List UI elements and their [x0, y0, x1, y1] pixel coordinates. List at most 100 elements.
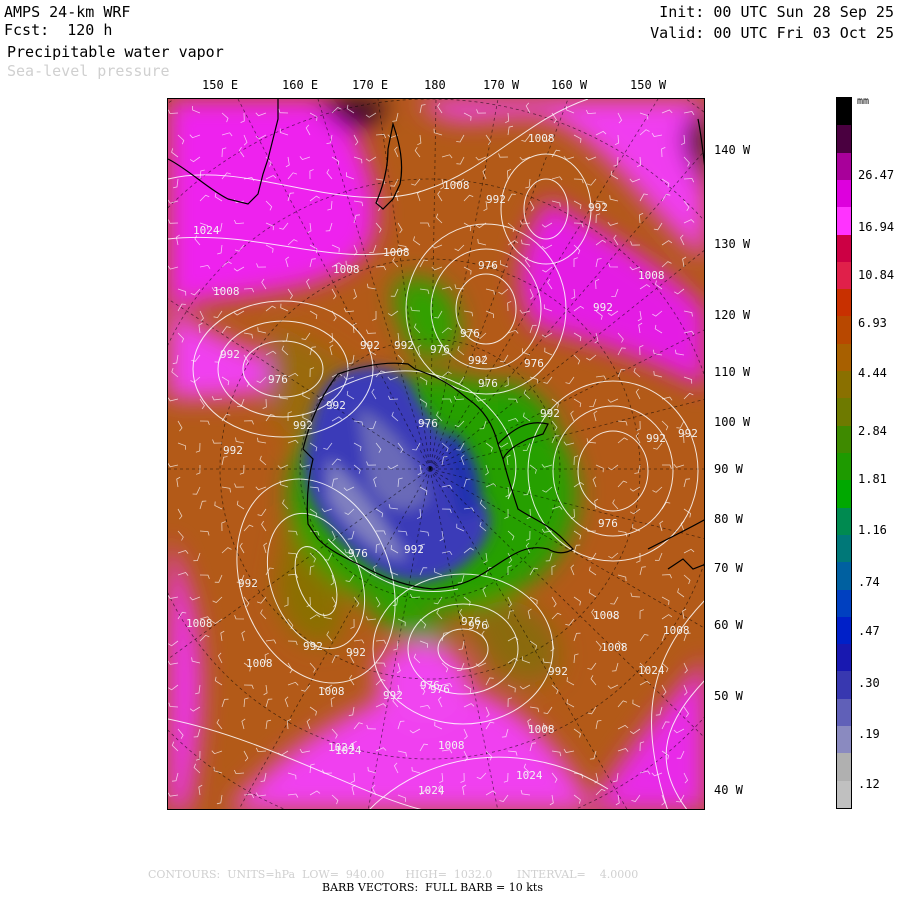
right-axis-label: 50 W — [714, 689, 743, 703]
isobar-label: 1024 — [418, 784, 445, 797]
isobar-label: 1008 — [383, 246, 410, 259]
colorbar-segment — [837, 671, 851, 700]
colorbar-segment — [837, 480, 851, 509]
contour-info: CONTOURS: UNITS=hPa LOW= 940.00 HIGH= 10… — [148, 868, 639, 881]
top-axis-label: 160 W — [551, 78, 588, 92]
map-panel[interactable]: 1008 1008 992 1024 1008 1008 1008 992 976 976 992 9… — [167, 98, 705, 810]
colorbar[interactable] — [836, 97, 852, 809]
colorbar-segment — [837, 453, 851, 481]
right-axis-label: 40 W — [714, 783, 743, 797]
colorbar-segment — [837, 726, 851, 754]
isobar-label: 992 — [303, 640, 323, 653]
colorbar-label: 6.93 — [858, 316, 887, 330]
colorbar-segment — [837, 644, 851, 672]
isobar-label: 1008 — [213, 285, 240, 298]
isobar-label: 1008 — [638, 269, 665, 282]
colorbar-label: 4.44 — [858, 366, 887, 380]
colorbar-segment — [837, 534, 851, 563]
barb-info: BARB VECTORS: FULL BARB = 10 kts — [322, 881, 543, 894]
colorbar-segment — [837, 589, 851, 618]
top-axis-label: 180 — [424, 78, 446, 92]
colorbar-segment — [837, 125, 851, 154]
isobar-label: 992 — [383, 689, 403, 702]
right-axis-label: 80 W — [714, 512, 743, 526]
right-axis-label: 100 W — [714, 415, 751, 429]
forecast-hour: Fcst: 120 h — [4, 21, 113, 39]
isobar-label: 992 — [404, 543, 424, 556]
isobar-label: 1024 — [335, 744, 362, 757]
isobar-label: 1008 — [663, 624, 690, 637]
colorbar-label: .30 — [858, 676, 880, 690]
isobar-label: 976 — [598, 517, 618, 530]
isobar-label: 1008 — [601, 641, 628, 654]
isobar-label: 992 — [593, 301, 613, 314]
isobar-label: 992 — [293, 419, 313, 432]
colorbar-segment — [837, 398, 851, 427]
isobar-label: 976 — [460, 327, 480, 340]
colorbar-segment — [837, 234, 851, 263]
colorbar-segment — [837, 753, 851, 782]
valid-time: Valid: 00 UTC Fri 03 Oct 25 — [650, 24, 894, 42]
isobar-label: 1008 — [593, 609, 620, 622]
isobar-label: 976 — [430, 343, 450, 356]
isobar-label: 992 — [360, 339, 380, 352]
right-axis-label: 60 W — [714, 618, 743, 632]
colorbar-label: 1.16 — [858, 523, 887, 537]
right-axis-label: 90 W — [714, 462, 743, 476]
colorbar-segment — [837, 698, 851, 727]
isobar-label: 992 — [326, 399, 346, 412]
isobar-label: 1008 — [528, 132, 555, 145]
colorbar-label: .47 — [858, 624, 880, 638]
colorbar-segment — [837, 316, 851, 345]
isobar-label: 992 — [548, 665, 568, 678]
init-time: Init: 00 UTC Sun 28 Sep 25 — [659, 3, 894, 21]
isobar-label: 976 — [418, 417, 438, 430]
isobar-label: 976 — [478, 259, 498, 272]
isobar-label: 992 — [540, 407, 560, 420]
isobar-label: 1008 — [528, 723, 555, 736]
isobar-label: 1024 — [193, 224, 220, 237]
isobar-label: 992 — [486, 193, 506, 206]
colorbar-label: .12 — [858, 777, 880, 791]
isobar-label: 1008 — [438, 739, 465, 752]
isobar-label: 992 — [220, 348, 240, 361]
model-title: AMPS 24-km WRF — [4, 3, 131, 21]
colorbar-segment — [837, 371, 851, 399]
isobar-label: 1008 — [186, 617, 213, 630]
top-axis-label: 170 E — [352, 78, 389, 92]
isobar-label: 992 — [238, 577, 258, 590]
colorbar-segment — [837, 207, 851, 236]
top-axis-label: 170 W — [483, 78, 520, 92]
colorbar-label: 2.84 — [858, 424, 887, 438]
colorbar-label: .19 — [858, 727, 880, 741]
colorbar-label: 1.81 — [858, 472, 887, 486]
isobar-label: 992 — [346, 646, 366, 659]
isobar-label: 976 — [268, 373, 288, 386]
top-axis-label: 150 W — [630, 78, 667, 92]
colorbar-segment — [837, 261, 851, 290]
colorbar-segment — [837, 343, 851, 372]
isobar-label: 992 — [468, 354, 488, 367]
isobar-label: 992 — [394, 339, 414, 352]
isobar-label: 1008 — [443, 179, 470, 192]
isobar-label: 1008 — [333, 263, 360, 276]
colorbar-segment — [837, 152, 851, 181]
colorbar-segment — [837, 425, 851, 454]
top-axis-label: 150 E — [202, 78, 239, 92]
isobar-label: 976 — [461, 615, 481, 628]
isobar-label: 976 — [420, 679, 440, 692]
colorbar-label: 16.94 — [858, 220, 895, 234]
isobar-label: 992 — [678, 427, 698, 440]
isobar-label: 992 — [646, 432, 666, 445]
colorbar-label: 10.84 — [858, 268, 895, 282]
colorbar-unit: mm — [857, 96, 870, 107]
isobar-label: 992 — [223, 444, 243, 457]
colorbar-label: 26.47 — [858, 168, 895, 182]
field-name: Precipitable water vapor — [7, 43, 224, 61]
isobar-label: 976 — [524, 357, 544, 370]
isobar-label: 976 — [478, 377, 498, 390]
right-axis-label: 120 W — [714, 308, 751, 322]
isobar-label: 1008 — [318, 685, 345, 698]
right-axis-label: 110 W — [714, 365, 751, 379]
right-axis-label: 130 W — [714, 237, 751, 251]
